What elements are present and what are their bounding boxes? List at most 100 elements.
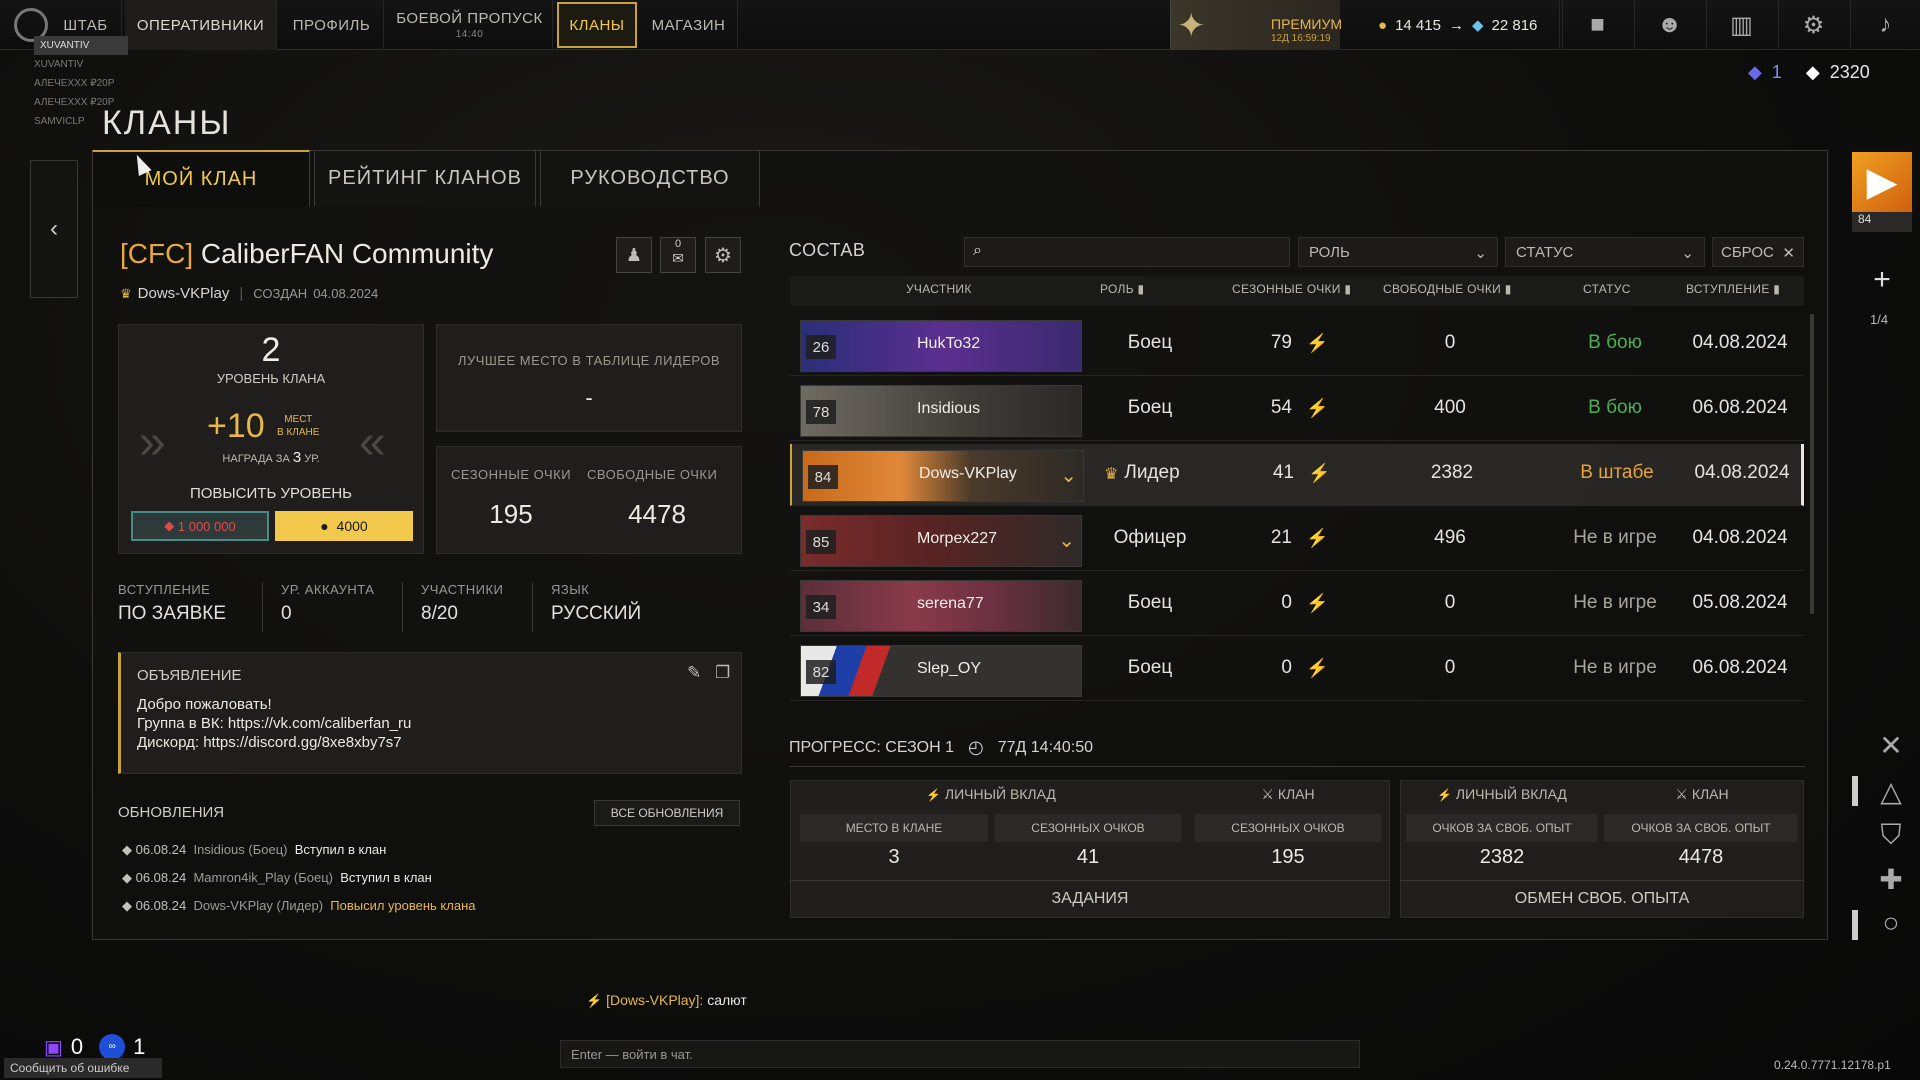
silver-amount: 14 415 <box>1395 16 1441 34</box>
friends-icon[interactable]: ☻ <box>1634 0 1704 50</box>
nav-battle-pass[interactable]: БОЕВОЙ ПРОПУСК 14:40 <box>387 0 553 50</box>
personal-free-label: ОЧКОВ ЗА СВОБ. ОПЫТ <box>1406 814 1598 842</box>
copy-icon[interactable]: ❐ <box>715 663 730 683</box>
table-row[interactable]: 26 HukTo32 Боец 79 ⚡ 0 В бою 04.08.2024 <box>790 314 1804 376</box>
status-filter-dropdown[interactable]: СТАТУС ⌄ <box>1505 237 1705 267</box>
chat-sender[interactable]: [Dows-VKPlay]: <box>606 992 703 1008</box>
nav-operatives[interactable]: ОПЕРАТИВНИКИ <box>125 0 277 50</box>
prev-arrow-button[interactable]: ‹ <box>30 160 78 298</box>
tab-clan-rating[interactable]: РЕЙТИНГ КЛАНОВ <box>314 150 536 206</box>
edit-pencil-icon[interactable]: ✎ <box>687 663 701 683</box>
lightning-icon: ⚡ <box>1306 658 1329 678</box>
report-bug-button[interactable]: Сообщить об ошибке <box>4 1058 162 1078</box>
member-banner[interactable]: 34 serena77 <box>800 580 1082 632</box>
triangle-icon[interactable]: △ <box>1874 774 1908 808</box>
clan-mail-button[interactable]: 0 ✉ <box>660 237 696 273</box>
circle-icon[interactable]: ○ <box>1874 906 1908 940</box>
sort-icon: ▮ <box>1504 282 1512 296</box>
add-plus-icon[interactable]: + <box>1852 250 1912 310</box>
update-who: Mamron4ik_Play (Боец) <box>193 870 333 885</box>
notification-bell-icon[interactable]: ♪ <box>1850 0 1920 50</box>
table-row[interactable]: 34 serena77 Боец 0 ⚡ 0 Не в игре 05.08.2024 <box>790 574 1804 636</box>
chevron-down-icon: ⌄ <box>1681 245 1694 262</box>
clan-meta: ♛ Dows-VKPlay | СОЗДАН 04.08.2024 <box>120 285 379 302</box>
lightning-icon: ⚡ <box>1306 398 1329 418</box>
crossed-swords-icon[interactable]: ✕ <box>1874 728 1908 762</box>
codex-book-icon[interactable]: ▥ <box>1706 0 1776 50</box>
clan-settings-gear-icon[interactable]: ⚙ <box>705 237 741 273</box>
col-role[interactable]: РОЛЬ ▮ <box>1100 282 1144 296</box>
lightning-icon: ⚡ <box>586 993 603 1008</box>
clan-leader[interactable]: Dows-VKPlay <box>138 285 230 302</box>
member-status: Не в игре <box>1573 657 1657 678</box>
member-banner[interactable]: 78 Insidious <box>800 385 1082 437</box>
info-join: ВСТУПЛЕНИЕ ПО ЗАЯВКЕ <box>118 582 226 625</box>
table-row[interactable]: 78 Insidious Боец 54 ⚡ 400 В бою 06.08.2024 <box>790 379 1804 441</box>
shield-icon[interactable]: ⛉ <box>1874 818 1908 852</box>
settings-gear-icon[interactable]: ⚙ <box>1778 0 1848 50</box>
member-joined: 05.08.2024 <box>1692 592 1788 613</box>
lightning-icon: ⚡ <box>1306 593 1329 613</box>
col-free-points-label: СВОБОДНЫЕ ОЧКИ <box>1383 282 1502 296</box>
invite-user-icon[interactable]: ♟ <box>616 237 652 273</box>
table-row[interactable]: 85 Morpex227 ⌄ Офицер 21 ⚡ 496 Не в игре 04.08.2… <box>790 509 1804 571</box>
currency-display[interactable]: ● 14 415 → ◆ 22 816 <box>1342 0 1560 50</box>
class-bar <box>1852 776 1858 806</box>
clan-label: КЛАН <box>1277 786 1315 802</box>
clan-level: 2 <box>261 331 281 369</box>
upgrade-ticket-button[interactable]: ◆ 1 000 000 <box>131 511 269 541</box>
page-title: КЛАНЫ <box>102 104 232 142</box>
cross-icon[interactable]: ✚ <box>1874 862 1908 896</box>
member-banner[interactable]: 26 HukTo32 <box>800 320 1082 372</box>
friend-entry[interactable]: XUVANTIV <box>34 55 128 74</box>
member-free-points: 2382 <box>1430 462 1474 483</box>
upgrade-cost-gold: 4000 <box>336 518 368 534</box>
twitch-icon[interactable]: ▣ <box>44 1035 63 1060</box>
member-banner[interactable]: 84 Dows-VKPlay ⌄ <box>802 450 1084 502</box>
table-row[interactable]: 84 Dows-VKPlay ⌄ ♛ Лидер 41 ⚡ 2382 В штабе 04.08.… <box>790 444 1804 506</box>
tab-my-clan[interactable]: МОЙ КЛАН <box>92 150 310 207</box>
role-filter-dropdown[interactable]: РОЛЬ ⌄ <box>1298 237 1498 267</box>
operative-portrait-icon[interactable]: ▶ <box>1852 152 1912 212</box>
tab-clan-rating-label: РЕЙТИНГ КЛАНОВ <box>328 167 522 189</box>
member-banner[interactable]: 82 Slep_OY <box>800 645 1082 697</box>
tab-guide[interactable]: РУКОВОДСТВО <box>540 150 760 206</box>
best-place-label: ЛУЧШЕЕ МЕСТО В ТАБЛИЦЕ ЛИДЕРОВ <box>457 353 721 368</box>
update-date: 06.08.24 <box>135 870 187 885</box>
col-season-points[interactable]: СЕЗОННЫЕ ОЧКИ ▮ <box>1232 282 1351 296</box>
member-banner[interactable]: 85 Morpex227 ⌄ <box>800 515 1082 567</box>
vk-icon[interactable]: ∞ <box>99 1034 126 1060</box>
exchange-free-xp-button[interactable]: ОБМЕН СВОБ. ОПЫТА <box>1400 882 1804 916</box>
col-joined[interactable]: ВСТУПЛЕНИЕ ▮ <box>1686 282 1780 296</box>
chat-input[interactable]: Enter — войти в чат. <box>560 1040 1360 1068</box>
reset-filter-button[interactable]: СБРОС ✕ <box>1712 237 1804 267</box>
roster-search-input[interactable]: ⌕ <box>964 237 1290 267</box>
premium-button[interactable]: ✦ ПРЕМИУМ 12Д 16:59:19 <box>1170 0 1343 50</box>
points-icon: ◆ <box>1805 62 1820 82</box>
col-free-points[interactable]: СВОБОДНЫЕ ОЧКИ ▮ <box>1383 282 1512 296</box>
info-members: УЧАСТНИКИ 8/20 <box>402 582 503 632</box>
col-member[interactable]: УЧАСТНИК <box>906 282 972 296</box>
nav-shop[interactable]: МАГАЗИН <box>640 0 738 50</box>
all-updates-button[interactable]: ВСЕ ОБНОВЛЕНИЯ <box>594 800 740 826</box>
col-status[interactable]: СТАТУС <box>1583 282 1631 296</box>
friend-entry[interactable]: АЛЕЧЕХХХ ₽20P <box>34 74 128 93</box>
season-timer: 77Д 14:40:50 <box>997 738 1094 756</box>
points-count: 2320 <box>1829 62 1870 82</box>
video-icon[interactable]: ■ <box>1562 0 1632 50</box>
bonus-slots-label: МЕСТ В КЛАНЕ <box>277 413 319 439</box>
clan-title: [CFC] CaliberFAN Community <box>120 238 493 270</box>
update-item: ◆ 06.08.24 Dows-VKPlay (Лидер) Повысил у… <box>122 898 476 913</box>
upgrade-gold-button[interactable]: ● 4000 <box>275 511 413 541</box>
friend-entry[interactable]: XUVANTIV <box>34 36 128 55</box>
roster-title: СОСТАВ <box>789 240 866 260</box>
nav-profile[interactable]: ПРОФИЛЬ <box>280 0 384 50</box>
search-icon: ⌕ <box>973 242 982 259</box>
nav-clans[interactable]: КЛАНЫ <box>557 2 637 48</box>
premium-label: ПРЕМИУМ <box>1271 16 1343 32</box>
table-row[interactable]: 82 Slep_OY Боец 0 ⚡ 0 Не в игре 06.08.2024 <box>790 639 1804 701</box>
roster-scrollbar[interactable] <box>1810 314 1814 614</box>
upgrade-label: ПОВЫСИТЬ УРОВЕНЬ <box>189 485 353 502</box>
member-status: В штабе <box>1580 462 1654 483</box>
tasks-button[interactable]: ЗАДАНИЯ <box>790 882 1390 916</box>
